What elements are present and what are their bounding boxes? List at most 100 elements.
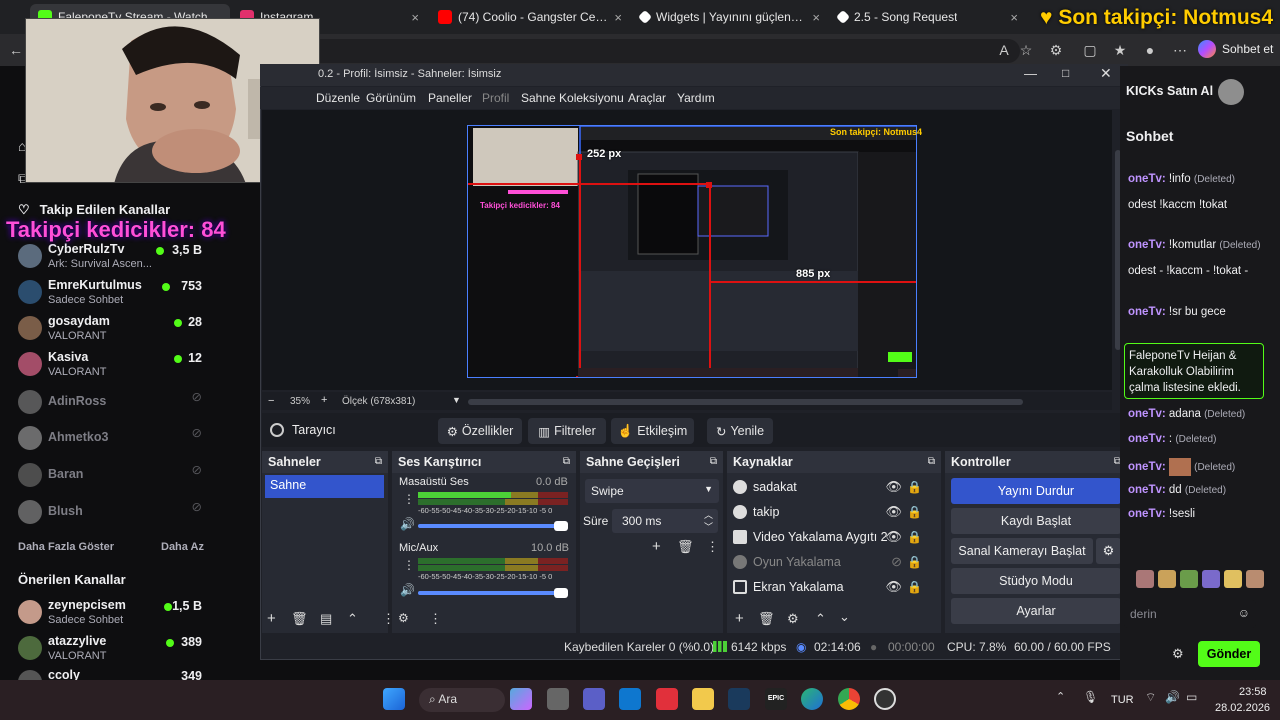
- more-vertical-icon[interactable]: ⋮: [706, 539, 719, 555]
- volume-slider[interactable]: [418, 591, 564, 595]
- more-vertical-icon[interactable]: ⋮: [429, 611, 442, 627]
- source-item[interactable]: Ekran Yakalama 👁 🔒: [733, 576, 928, 598]
- studio-mode-button[interactable]: Stüdyo Modu: [951, 568, 1121, 594]
- channel-item[interactable]: gosaydam VALORANT 28: [18, 312, 208, 346]
- add-source-icon[interactable]: +: [735, 610, 744, 627]
- wifi-icon[interactable]: ⌔: [1145, 690, 1156, 705]
- undock-icon[interactable]: ⧉: [563, 451, 570, 473]
- teams-icon[interactable]: [583, 688, 605, 710]
- tab-widgets[interactable]: Widgets | Yayınını güçlendirmek iç ×: [632, 4, 828, 30]
- channel-item[interactable]: Kasiva VALORANT 12: [18, 348, 208, 382]
- emote-icon[interactable]: [1202, 570, 1220, 588]
- close-tab-icon[interactable]: ×: [812, 10, 820, 25]
- channel-item[interactable]: zeynepcisem Sadece Sohbet 1,5 B: [18, 596, 208, 630]
- steam-icon[interactable]: [728, 688, 750, 710]
- clock-date[interactable]: 28.02.2026: [1215, 702, 1270, 714]
- more-vertical-icon[interactable]: ⋮: [403, 492, 415, 506]
- lock-icon[interactable]: 🔒: [907, 480, 922, 494]
- gear-icon[interactable]: ⚙: [398, 611, 409, 625]
- trash-icon[interactable]: 🗑: [291, 611, 308, 627]
- menu-profile[interactable]: Profil: [482, 91, 509, 105]
- virtual-camera-settings-button[interactable]: ⚙: [1096, 538, 1121, 564]
- scene-item-sahne[interactable]: Sahne: [265, 475, 384, 498]
- source-item[interactable]: sadakat 👁 🔒: [733, 476, 928, 498]
- source-item[interactable]: Video Yakalama Aygıtı 2 👁 🔒: [733, 526, 928, 548]
- chevron-up-icon[interactable]: ⌃: [815, 611, 826, 627]
- stepper-icon[interactable]: ︿ ﹀: [704, 509, 713, 533]
- add-transition-icon[interactable]: +: [652, 538, 661, 555]
- show-more-link[interactable]: Daha Fazla Göster: [18, 541, 114, 553]
- source-item[interactable]: takip 👁 🔒: [733, 501, 928, 523]
- windows-start-icon[interactable]: [383, 688, 405, 710]
- preview-canvas[interactable]: [467, 125, 917, 378]
- tab-song-request[interactable]: 2.5 - Song Request ×: [830, 4, 1026, 30]
- eye-icon[interactable]: 👁: [885, 579, 902, 595]
- trash-icon[interactable]: 🗑: [758, 611, 775, 627]
- folder-icon[interactable]: [692, 688, 714, 710]
- menu-edit[interactable]: Düzenle: [316, 91, 360, 105]
- chrome-icon[interactable]: [838, 688, 860, 710]
- channel-item[interactable]: CyberRulzTv Ark: Survival Ascen... 3,5 B: [18, 240, 208, 274]
- obs-icon[interactable]: [874, 688, 896, 710]
- lock-icon[interactable]: 🔒: [907, 555, 922, 569]
- menu-view[interactable]: Görünüm: [366, 91, 416, 105]
- undock-icon[interactable]: ⧉: [375, 451, 382, 473]
- close-tab-icon[interactable]: ×: [614, 10, 622, 25]
- close-tab-icon[interactable]: ×: [411, 10, 419, 25]
- filters-button[interactable]: ▥ Filtreler: [528, 418, 606, 444]
- maximize-icon[interactable]: □: [1062, 66, 1069, 80]
- start-virtual-camera-button[interactable]: Sanal Kamerayı Başlat: [951, 538, 1093, 564]
- input-language[interactable]: TUR: [1111, 694, 1134, 706]
- extensions-icon[interactable]: ⚙: [1046, 40, 1066, 60]
- refresh-button[interactable]: ↻ Yenile: [707, 418, 773, 444]
- edge-icon[interactable]: [801, 688, 823, 710]
- eye-icon[interactable]: 👁: [885, 479, 902, 495]
- undock-icon[interactable]: ⧉: [710, 451, 717, 473]
- back-icon[interactable]: ←: [6, 40, 26, 60]
- source-item[interactable]: Oyun Yakalama ⊘ 🔒: [733, 551, 928, 573]
- emote-icon[interactable]: [1136, 570, 1154, 588]
- favorite-star-icon[interactable]: ☆: [1016, 40, 1036, 60]
- transition-type-select[interactable]: Swipe ▼: [585, 479, 719, 503]
- duration-input[interactable]: 300 ms ︿ ﹀: [612, 509, 718, 533]
- tab-youtube[interactable]: (74) Coolio - Gangster Cennet ×: [430, 4, 630, 30]
- lock-icon[interactable]: 🔒: [907, 580, 922, 594]
- show-less-link[interactable]: Daha Az: [161, 541, 204, 553]
- channel-item[interactable]: AdinRoss ⊘: [18, 386, 208, 420]
- chat-input[interactable]: derin ☺: [1124, 600, 1256, 628]
- vscode-icon[interactable]: [619, 688, 641, 710]
- interact-button[interactable]: ☝ Etkileşim: [611, 418, 694, 444]
- stop-streaming-button[interactable]: Yayını Durdur: [951, 478, 1121, 504]
- speaker-icon[interactable]: 🔊: [400, 517, 415, 531]
- copilot-chat-button[interactable]: Sohbet et: [1198, 40, 1273, 58]
- zoom-out-button[interactable]: −: [268, 395, 274, 407]
- emote-icon[interactable]: [1224, 570, 1242, 588]
- settings-button[interactable]: Ayarlar: [951, 598, 1121, 624]
- chevron-down-icon[interactable]: ▼: [452, 395, 461, 405]
- buy-kicks-button[interactable]: KICKs Satın Al: [1126, 84, 1213, 98]
- close-tab-icon[interactable]: ×: [1010, 10, 1018, 25]
- properties-button[interactable]: ⚙ Özellikler: [438, 418, 522, 444]
- more-vertical-icon[interactable]: ⋮: [403, 558, 415, 572]
- emoji-icon[interactable]: ☺: [1238, 606, 1250, 620]
- start-recording-button[interactable]: Kaydı Başlat: [951, 508, 1121, 534]
- speaker-icon[interactable]: 🔊: [400, 583, 415, 597]
- app-red-icon[interactable]: [656, 688, 678, 710]
- volume-slider-knob[interactable]: [554, 588, 568, 598]
- avatar[interactable]: [1218, 79, 1244, 105]
- gear-icon[interactable]: ⚙: [787, 611, 799, 627]
- copilot-icon[interactable]: [510, 688, 532, 710]
- eye-icon[interactable]: 👁: [885, 529, 902, 545]
- file-explorer-icon[interactable]: [547, 688, 569, 710]
- menu-help[interactable]: Yardım: [677, 91, 715, 105]
- emote-icon[interactable]: [1246, 570, 1264, 588]
- microphone-icon[interactable]: 🎙: [1083, 690, 1098, 704]
- lock-icon[interactable]: 🔒: [907, 530, 922, 544]
- preview-scrollbar[interactable]: [468, 399, 1023, 405]
- taskbar-search[interactable]: ⌕ Ara: [419, 688, 505, 712]
- volume-slider[interactable]: [418, 524, 564, 528]
- emote-icon[interactable]: [1158, 570, 1176, 588]
- gear-icon[interactable]: ⚙: [1172, 646, 1184, 662]
- lock-icon[interactable]: 🔒: [907, 505, 922, 519]
- menu-docks[interactable]: Paneller: [428, 91, 472, 105]
